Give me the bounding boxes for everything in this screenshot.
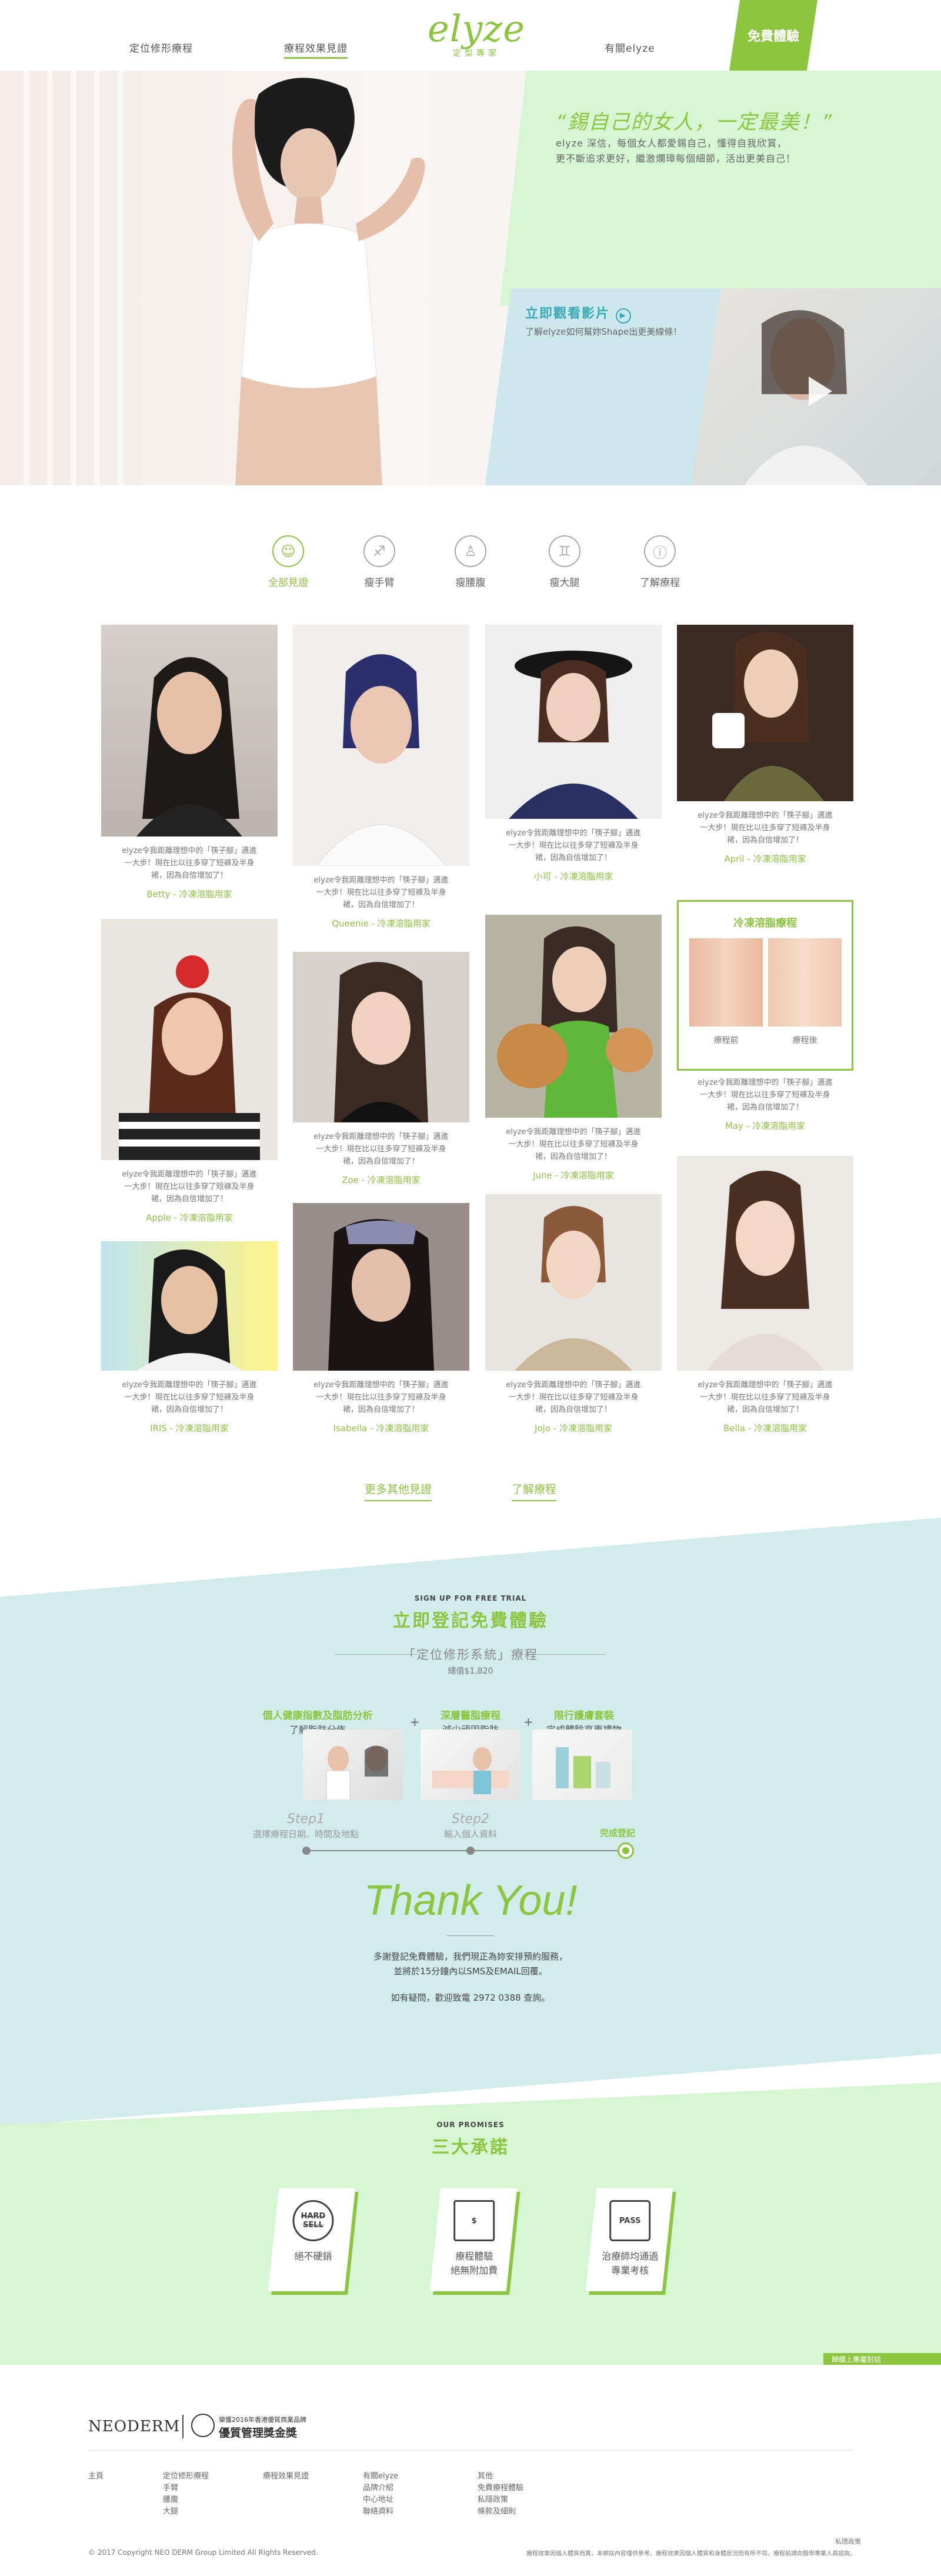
copyright: © 2017 Copyright NEO DERM Group Limited … — [88, 2548, 318, 2557]
footer — [0, 2365, 941, 2576]
step-1: Step1 選擇療程日期、時間及地點 — [252, 1812, 359, 1839]
thank-you-msg-1: 多謝登記免費體驗，我們現正為妳安排預約服務， — [373, 1951, 568, 1962]
before-photo — [689, 938, 763, 1027]
promise-no-extra-fee: $ 療程體驗 絕無附加費 — [429, 2188, 518, 2291]
promise-certified: PASS 治療師均通過 專業考核 — [585, 2188, 673, 2291]
signup-value: 總值$1,820 — [448, 1667, 493, 1676]
filter-info[interactable]: ⓘ 了解療程 — [625, 535, 695, 589]
video-thumbnail[interactable] — [691, 288, 941, 485]
testimonial-photo — [101, 919, 278, 1160]
thigh-icon: ♊ — [549, 535, 580, 567]
nav-treatment[interactable]: 定位修形療程 — [129, 40, 193, 55]
logo-word: elyze — [428, 7, 525, 50]
signup-eyebrow: SIGN UP FOR FREE TRIAL — [414, 1594, 527, 1602]
testimonial-card-queenie[interactable]: elyze令我距離理想中的「筷子腳」邁進一大步！現在比以往多穿了短褲及半身裙，因… — [293, 625, 469, 929]
testimonial-photo — [101, 625, 278, 837]
no-hard-sell-icon: HARD SELL — [292, 2200, 334, 2241]
testimonial-card-zoe[interactable]: elyze令我距離理想中的「筷子腳」邁進一大步！現在比以往多穿了短褲及半身裙，因… — [293, 952, 469, 1186]
filter-all[interactable]: ☺ 全部見證 — [253, 535, 323, 589]
testimonial-photo — [485, 915, 662, 1118]
video-subtitle: 了解elyze如何幫妳Shape出更美線條！ — [525, 326, 682, 337]
hero-sub-2: 更不斷追求更好，繼激爛璋每個細節，活出更美自己！ — [556, 153, 796, 164]
nav-about[interactable]: 有關elyze — [605, 40, 655, 55]
testimonial-photo — [293, 625, 469, 866]
testimonial-card-betty[interactable]: elyze令我距離理想中的「筷子腳」邁進一大步！現在比以往多穿了短褲及半身裙，因… — [101, 625, 278, 900]
filter-waist[interactable]: ♙ 瘦腰腹 — [435, 535, 506, 589]
testimonial-card-june[interactable]: elyze令我距離理想中的「筷子腳」邁進一大步！現在比以往多穿了短褲及半身裙，因… — [485, 915, 662, 1181]
money-icon: $ — [453, 2200, 495, 2241]
step-dot — [302, 1847, 311, 1855]
thank-you-msg-2: 並將於15分鐘內以SMS及EMAIL回覆。 — [393, 1966, 548, 1977]
testimonial-card-xiaoke[interactable]: elyze令我距離理想中的「筷子腳」邁進一大步！現在比以往多穿了短褲及半身裙，因… — [485, 625, 662, 882]
testimonial-card-bella[interactable]: elyze令我距離理想中的「筷子腳」邁進一大步！現在比以往多穿了短褲及半身裙，因… — [677, 1156, 853, 1434]
site-header: 定位修形療程 療程效果見證 elyze 定型專家 有關elyze 免費體驗 — [0, 0, 941, 71]
disclaimer: 療程效果因個人體質而異，本網站內容僅供參考。療程效果因個人體質和身體狀況而有所不… — [526, 2551, 853, 2557]
testimonial-card-jojo[interactable]: elyze令我距離理想中的「筷子腳」邁進一大步！現在比以往多穿了短褲及半身裙，因… — [485, 1194, 662, 1434]
footer-testimonials[interactable]: 療程效果見證 — [263, 2471, 309, 2482]
learn-treatment-link[interactable]: 了解療程 — [512, 1481, 557, 1501]
testimonial-photo — [293, 952, 469, 1122]
arm-icon: ♐ — [363, 535, 395, 567]
testimonial-photo — [677, 1156, 853, 1371]
filter-thigh[interactable]: ♊ 瘦大腿 — [529, 535, 600, 589]
gift-photo — [532, 1729, 632, 1800]
filter-arm[interactable]: ♐ 瘦手臂 — [344, 535, 415, 589]
phone-enquiry: 如有疑問，歡迎致電 2972 0388 查詢。 — [391, 1992, 550, 2003]
footer-home[interactable]: 主頁 — [88, 2471, 104, 2482]
more-testimonials-link[interactable]: 更多其他見證 — [365, 1481, 432, 1501]
testimonial-photo — [677, 625, 853, 801]
testimonial-photo — [293, 1203, 469, 1371]
award-line-1: 榮獲2016年香港優質商業品牌 — [219, 2416, 306, 2424]
testimonial-photo — [485, 625, 662, 819]
testimonial-card-iris[interactable]: elyze令我距離理想中的「筷子腳」邁進一大步！現在比以往多穿了短褲及半身裙，因… — [101, 1241, 278, 1434]
analysis-photo — [303, 1729, 403, 1800]
signup-system: 「定位修形系統」療程 — [403, 1648, 538, 1662]
footer-col-other: 其他 免費療程體驗 私隱政策 條款及細則 — [478, 2472, 524, 2516]
testimonial-card-apple[interactable]: elyze令我距離理想中的「筷子腳」邁進一大步！現在比以往多穿了短褲及半身裙，因… — [101, 919, 278, 1224]
before-after-card[interactable]: 冷凍溶脂療程 療程前 療程後 — [677, 900, 853, 1071]
hero-model-image — [232, 78, 425, 485]
thank-you-heading: Thank You! — [363, 1877, 578, 1924]
pass-badge-icon: PASS — [609, 2200, 651, 2241]
signup-title: 立即登記免費體驗 — [393, 1611, 548, 1631]
waist-icon: ♙ — [455, 535, 486, 567]
testimonial-card-april[interactable]: elyze令我距離理想中的「筷子腳」邁進一大步！現在比以往多穿了短褲及半身裙，因… — [677, 625, 853, 865]
step-2: Step2 輸入個人資料 — [443, 1812, 497, 1839]
testimonial-card-isabella[interactable]: elyze令我距離理想中的「筷子腳」邁進一大步！現在比以往多穿了短褲及半身裙，因… — [293, 1203, 469, 1434]
free-trial-button[interactable]: 免費體驗 — [729, 0, 817, 71]
testimonial-photo — [485, 1194, 662, 1371]
step-dot — [466, 1847, 475, 1855]
testimonial-card-may[interactable]: elyze令我距離理想中的「筷子腳」邁進一大步！現在比以往多穿了短褲及半身裙，因… — [677, 1077, 853, 1132]
hero-quote: “錫自己的女人，一定最美！” — [556, 111, 833, 134]
award-line-2: 優質管理獎金獎 — [219, 2427, 298, 2440]
film-icon: ▶ — [615, 308, 631, 324]
hero-sub-1: elyze 深信，每個女人都愛錫自己，懂得自我欣賞， — [556, 138, 787, 149]
step-dot-active — [618, 1842, 634, 1859]
promises-title: 三大承諾 — [432, 2137, 509, 2158]
award-seal-icon — [191, 2414, 215, 2437]
watch-video-link[interactable]: 立即觀看影片 ▶ — [525, 303, 631, 324]
promise-no-hard-sell: HARD SELL 絕不硬銷 — [268, 2188, 356, 2291]
footer-privacy-link[interactable]: 私隱政策 — [835, 2537, 861, 2546]
before-after-title: 冷凍溶脂療程 — [733, 917, 797, 929]
treatment-photo — [421, 1729, 520, 1800]
testimonial-photo — [101, 1241, 278, 1371]
promises-eyebrow: OUR PROMISES — [436, 2121, 505, 2129]
chat-float-button[interactable]: 歸續上專屬對話 — [823, 2353, 941, 2366]
neoderm-logo: NEODERM — [88, 2418, 181, 2435]
step-3: 完成登記 — [600, 1828, 636, 1838]
info-icon: ⓘ — [644, 535, 676, 567]
logo[interactable]: elyze 定型專家 — [428, 11, 525, 59]
after-photo — [768, 938, 842, 1027]
nav-testimonials[interactable]: 療程效果見證 — [284, 40, 348, 59]
footer-col-about: 有關elyze 品牌介紹 中心地址 聯絡資料 — [363, 2472, 399, 2516]
footer-col-treatment: 定位修形療程 手臂 腰腹 大腿 — [163, 2472, 209, 2516]
body-icon: ☺ — [272, 535, 304, 567]
